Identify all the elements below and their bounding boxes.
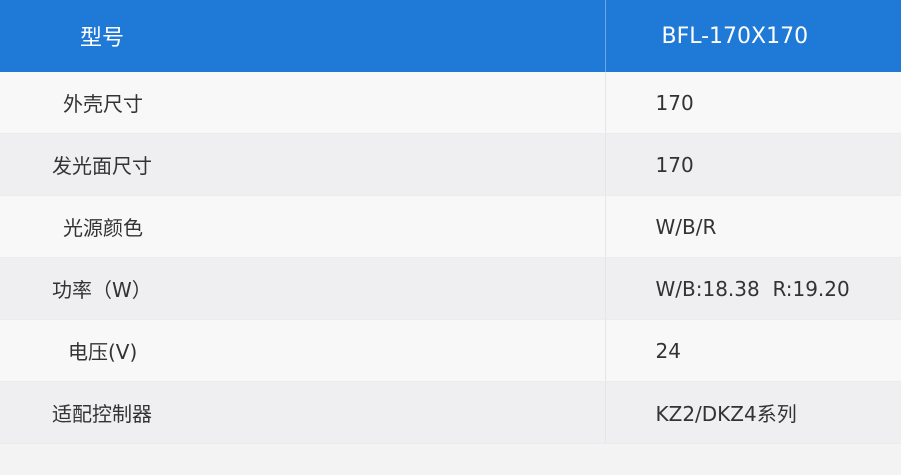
voltage-value: 24 xyxy=(605,319,901,382)
row-label-cell: 光源颜色 xyxy=(0,195,606,258)
table-header: 型号 BFL-170X170 xyxy=(0,0,901,72)
emitting-surface-size-label: 发光面尺寸 xyxy=(52,154,152,178)
row-label-cell: 功率（W） xyxy=(0,257,606,320)
table-row: 适配控制器 KZ2/DKZ4系列 xyxy=(0,381,901,444)
row-label-cell: 外壳尺寸 xyxy=(0,72,606,134)
header-model-label: 型号 xyxy=(0,0,606,72)
table-body: 外壳尺寸 170 发光面尺寸 170 光源颜色 W/B/R 功率（W） W/B:… xyxy=(0,72,901,444)
page-background xyxy=(0,444,901,475)
voltage-label: 电压(V) xyxy=(68,340,138,364)
power-value: W/B:18.38 R:19.20 xyxy=(605,257,901,320)
table-row: 电压(V) 24 xyxy=(0,319,901,382)
housing-size-value: 170 xyxy=(605,72,901,134)
controller-label: 适配控制器 xyxy=(52,402,152,426)
light-color-label: 光源颜色 xyxy=(63,216,143,240)
housing-size-label: 外壳尺寸 xyxy=(63,92,143,116)
row-label-cell: 发光面尺寸 xyxy=(0,133,606,196)
table-row: 外壳尺寸 170 xyxy=(0,72,901,134)
light-color-value: W/B/R xyxy=(605,195,901,258)
table-row: 光源颜色 W/B/R xyxy=(0,195,901,258)
spec-table: 型号 BFL-170X170 外壳尺寸 170 发光面尺寸 170 光源颜色 W… xyxy=(0,0,901,444)
row-label-cell: 适配控制器 xyxy=(0,381,606,444)
table-row: 功率（W） W/B:18.38 R:19.20 xyxy=(0,257,901,320)
header-row: 型号 BFL-170X170 xyxy=(0,0,901,72)
row-label-cell: 电压(V) xyxy=(0,319,606,382)
emitting-surface-size-value: 170 xyxy=(605,133,901,196)
header-model-value: BFL-170X170 xyxy=(605,0,901,72)
controller-value: KZ2/DKZ4系列 xyxy=(605,381,901,444)
power-label: 功率（W） xyxy=(52,278,152,302)
table-row: 发光面尺寸 170 xyxy=(0,133,901,196)
